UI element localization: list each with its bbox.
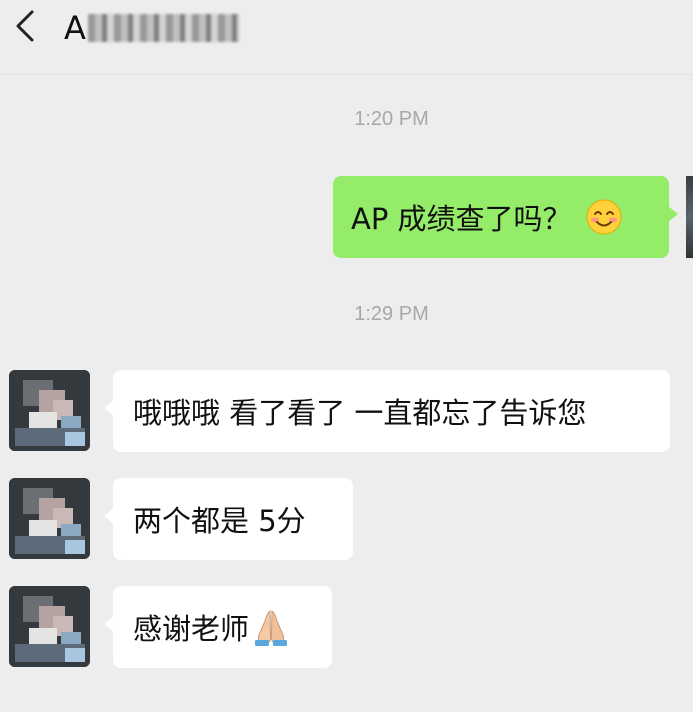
outgoing-message-bubble[interactable]: AP 成绩查了吗？ xyxy=(333,176,678,258)
avatar[interactable] xyxy=(9,586,90,667)
contact-name-text: A xyxy=(64,9,86,47)
folded-hands-icon xyxy=(255,610,288,646)
message-text: 感谢老师 xyxy=(133,612,250,646)
chat-screen: A 1:20 PM AP 成绩查了吗？ 1:29 PM 哦哦哦 看了看了 一直都… xyxy=(0,0,693,712)
incoming-message-bubble[interactable]: 感谢老师 xyxy=(104,586,332,668)
my-avatar[interactable] xyxy=(686,176,693,258)
avatar[interactable] xyxy=(9,370,90,451)
contact-name-redaction xyxy=(87,14,240,42)
timestamp: 1:20 PM xyxy=(354,108,429,130)
avatar[interactable] xyxy=(9,478,90,559)
contact-name: A xyxy=(64,8,240,48)
chat-header: A xyxy=(0,0,693,75)
chevron-left-icon xyxy=(16,10,34,42)
smiling-face-icon xyxy=(586,199,622,235)
message-text: 哦哦哦 看了看了 一直都忘了告诉您 xyxy=(133,396,587,430)
back-button[interactable] xyxy=(8,8,44,44)
incoming-message-bubble[interactable]: 两个都是 5分 xyxy=(104,478,353,560)
message-text: AP 成绩查了吗？ xyxy=(351,202,572,236)
timestamp: 1:29 PM xyxy=(354,303,429,325)
incoming-message-bubble[interactable]: 哦哦哦 看了看了 一直都忘了告诉您 xyxy=(104,370,670,452)
message-text: 两个都是 5分 xyxy=(133,504,306,538)
